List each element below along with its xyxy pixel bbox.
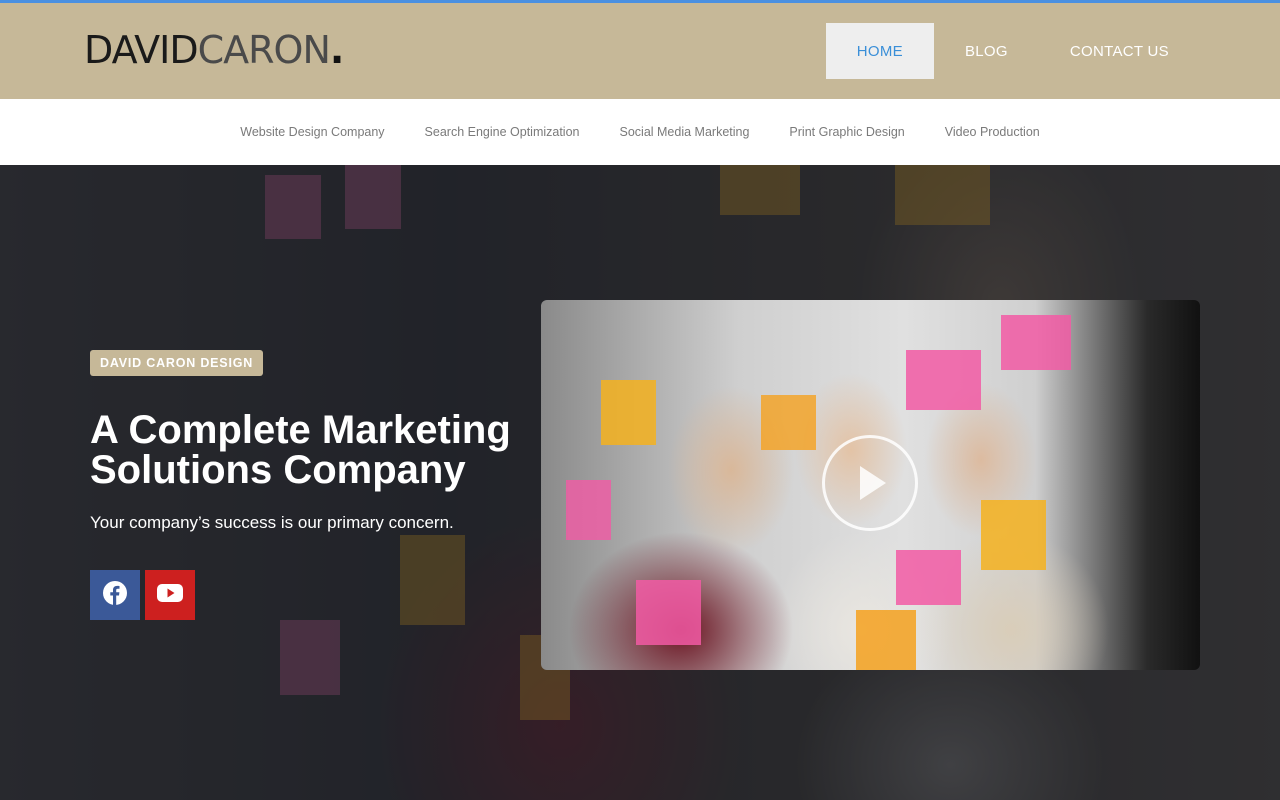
subnav-print-graphic[interactable]: Print Graphic Design xyxy=(769,125,924,139)
main-nav: HOME BLOG CONTACT US xyxy=(825,23,1200,79)
facebook-button[interactable] xyxy=(90,570,140,620)
site-header: DAVIDCARON. HOME BLOG CONTACT US xyxy=(0,3,1280,99)
video-thumbnail[interactable] xyxy=(541,300,1200,670)
nav-home[interactable]: HOME xyxy=(825,23,934,79)
nav-contact-us[interactable]: CONTACT US xyxy=(1039,23,1200,79)
nav-blog[interactable]: BLOG xyxy=(934,23,1039,79)
youtube-icon xyxy=(157,583,183,608)
subnav-social-media[interactable]: Social Media Marketing xyxy=(600,125,770,139)
services-subnav: Website Design Company Search Engine Opt… xyxy=(0,99,1280,165)
logo-dot: . xyxy=(329,28,344,72)
sticky-note-decor xyxy=(566,480,611,540)
hero-tagline: Your company’s success is our primary co… xyxy=(90,513,454,532)
facebook-icon xyxy=(102,580,128,611)
sticky-note-decor xyxy=(856,610,916,670)
sticky-note-decor xyxy=(906,350,981,410)
subnav-seo[interactable]: Search Engine Optimization xyxy=(405,125,600,139)
hero-section: DAVID CARON DESIGN A Complete Marketing … xyxy=(0,165,1280,800)
play-button[interactable] xyxy=(822,435,918,531)
youtube-button[interactable] xyxy=(145,570,195,620)
subnav-video-production[interactable]: Video Production xyxy=(925,125,1060,139)
hero-headline: A Complete Marketing Solutions Company xyxy=(90,408,511,492)
logo-text-caron: CARON xyxy=(197,28,331,72)
subnav-website-design[interactable]: Website Design Company xyxy=(220,125,404,139)
sticky-note-decor xyxy=(601,380,656,445)
sticky-note-decor xyxy=(1001,315,1071,370)
sticky-note-decor xyxy=(761,395,816,450)
brand-badge: DAVID CARON DESIGN xyxy=(90,350,264,376)
sticky-note-decor xyxy=(636,580,701,645)
sticky-note-decor xyxy=(896,550,961,605)
sticky-note-decor xyxy=(981,500,1046,570)
logo-text-david: DAVID xyxy=(84,28,199,72)
site-logo[interactable]: DAVIDCARON. xyxy=(84,28,344,72)
